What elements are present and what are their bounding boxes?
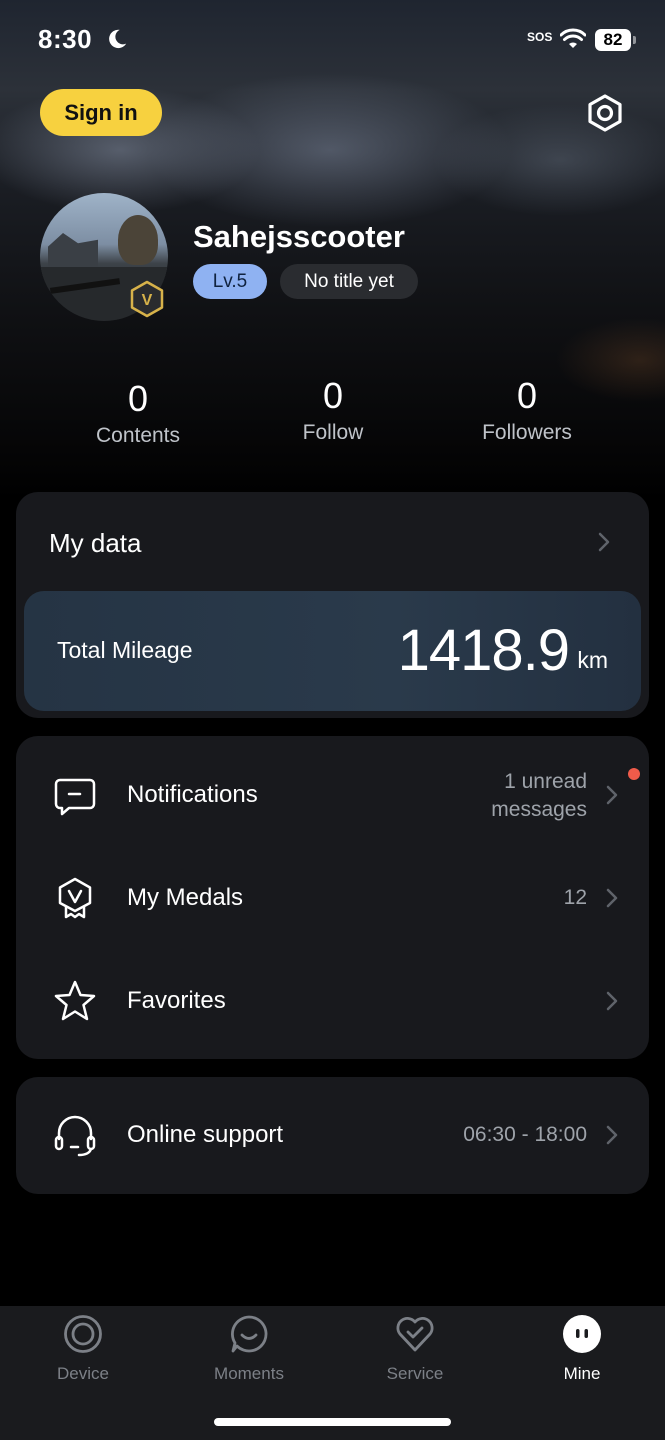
mileage-unit: km [577,647,608,673]
chevron-right-icon [606,785,618,805]
unread-line-2: messages [491,798,587,821]
battery-nub [633,36,636,44]
tab-label: Device [57,1364,109,1383]
sign-in-button[interactable]: Sign in [40,89,162,136]
support-card: Online support 06:30 - 18:00 [16,1077,649,1194]
star-icon [54,980,96,1021]
favorites-row[interactable]: Favorites [16,951,649,1051]
message-icon [54,778,96,816]
stat-value: 0 [516,375,538,416]
unread-dot [628,768,640,780]
title-badge[interactable]: No title yet [280,264,418,299]
moments-icon [231,1315,268,1353]
badge-letter: V [142,292,153,309]
settings-icon[interactable] [586,94,624,132]
avatar-tree [118,215,158,265]
headset-icon [54,1115,96,1157]
stat-value: 0 [322,375,344,416]
stat-label: Followers [482,421,572,444]
device-icon [64,1315,102,1353]
stat-value: 0 [127,378,149,419]
support-hours: 06:30 - 18:00 [463,1123,587,1146]
stat-followers[interactable]: 0 Followers [437,375,617,445]
sos-indicator: SOS [527,30,553,44]
wifi-icon [560,28,586,48]
service-icon [396,1317,434,1352]
tab-moments[interactable]: Moments [189,1306,309,1396]
online-support-label: Online support [127,1121,284,1148]
home-indicator[interactable] [214,1418,451,1426]
mileage-label: Total Mileage [57,637,193,663]
my-data-title: My data [49,528,142,558]
chevron-right-icon [606,991,618,1011]
unread-line-1: 1 unread [504,770,587,793]
unread-count: 1 unread messages [491,768,587,824]
tab-label: Mine [563,1364,601,1383]
stat-label: Contents [95,424,181,447]
my-medals-row[interactable]: My Medals 12 [16,848,649,948]
level-badge[interactable]: Lv.5 [193,264,267,299]
verified-badge-icon: V [130,280,164,318]
favorites-label: Favorites [127,987,226,1014]
mine-icon [563,1315,601,1353]
my-data-row[interactable]: My data [16,492,649,590]
chevron-right-icon [606,888,618,908]
tab-label: Service [386,1364,444,1383]
total-mileage-panel[interactable]: Total Mileage 1418.9 km [24,591,641,711]
moon-icon [109,29,127,49]
stat-label: Follow [302,421,364,444]
status-time: 8:30 [38,24,93,54]
notifications-row[interactable]: Notifications 1 unread messages [16,744,649,844]
avatar-house [48,233,98,267]
tab-service[interactable]: Service [355,1306,475,1396]
stat-contents[interactable]: 0 Contents [48,378,228,448]
tab-device[interactable]: Device [23,1306,143,1396]
my-data-card: My data Total Mileage 1418.9 km [16,492,649,718]
mileage-value: 1418.9 [397,618,570,683]
tab-mine[interactable]: Mine [522,1306,642,1396]
tab-label: Moments [214,1364,284,1383]
medal-icon [58,877,92,919]
username: Sahejsscooter [193,219,405,254]
battery-indicator: 82 [595,29,631,51]
my-medals-label: My Medals [127,884,244,911]
online-support-row[interactable]: Online support 06:30 - 18:00 [16,1085,649,1185]
chevron-right-icon [598,532,610,552]
chevron-right-icon [606,1125,618,1145]
status-bar: 8:30 SOS 82 [0,0,665,80]
menu-card: Notifications 1 unread messages My Medal… [16,736,649,1059]
notifications-label: Notifications [127,781,258,808]
medals-count: 12 [563,886,587,909]
stat-follow[interactable]: 0 Follow [243,375,423,445]
